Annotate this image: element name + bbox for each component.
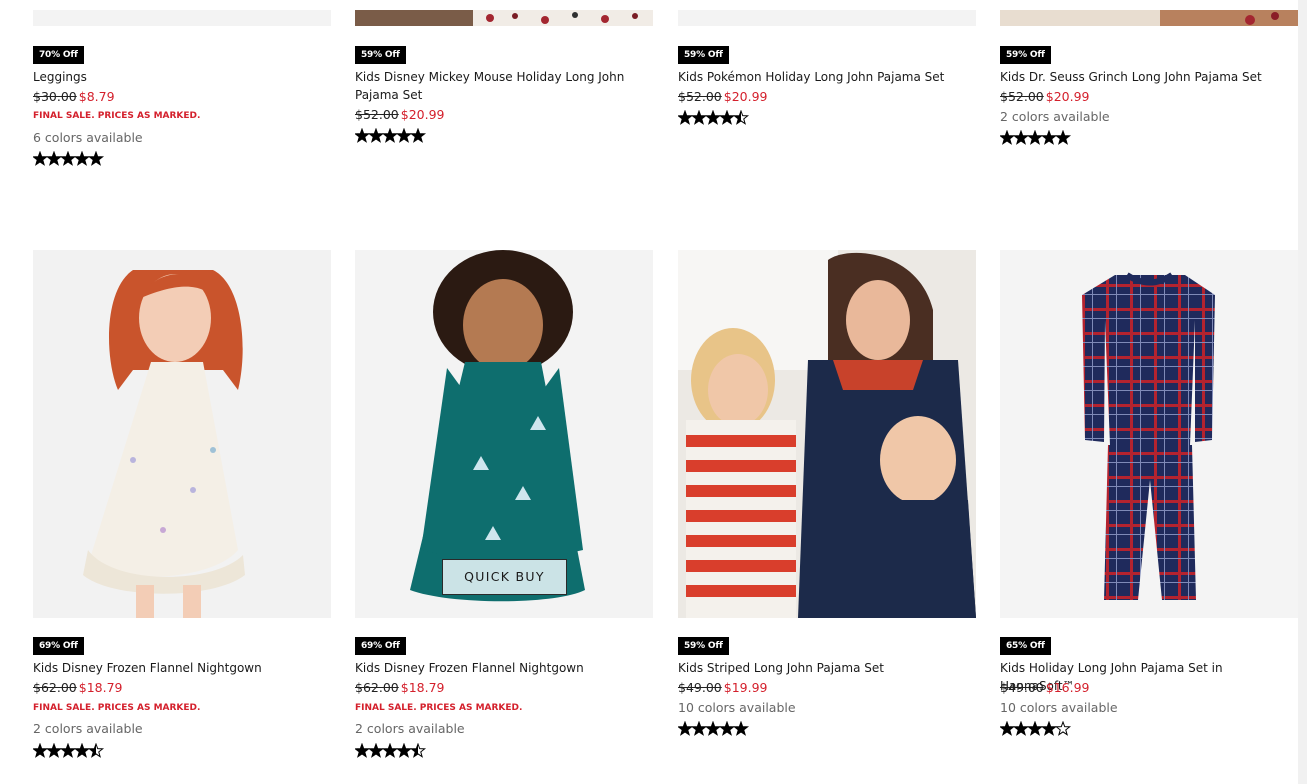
original-price: $49.00 [678, 680, 722, 695]
discount-badge: 59% Off [678, 637, 729, 655]
star-icon [395, 743, 413, 758]
star-icon [381, 743, 399, 758]
star-icon [367, 743, 385, 758]
product-name[interactable]: Kids Disney Frozen Flannel Nightgown [355, 659, 653, 677]
product-grid: 70% Off Leggings $30.00 $8.79 FINAL SALE.… [0, 0, 1307, 784]
product-card[interactable]: 65% Off Kids Holiday Long John Pajama Se… [1000, 0, 1298, 784]
product-image[interactable] [678, 250, 976, 618]
star-icon [1000, 721, 1016, 736]
discount-badge: 69% Off [33, 637, 84, 655]
product-card[interactable]: 59% Off Kids Striped Long John Pajama Se… [678, 0, 976, 784]
star-icon [33, 743, 49, 758]
star-rating [355, 743, 427, 758]
star-icon [355, 743, 371, 758]
colors-available: 10 colors available [678, 700, 796, 715]
colors-available: 2 colors available [33, 721, 143, 736]
star-icon [409, 743, 427, 758]
product-price: $49.00 $19.99 [678, 680, 768, 696]
sale-price: $18.79 [400, 680, 445, 695]
final-sale-notice: FINAL SALE. PRICES AS MARKED. [355, 703, 523, 713]
star-icon [45, 743, 63, 758]
product-image[interactable] [33, 250, 331, 618]
star-rating [678, 721, 750, 736]
star-icon [1026, 721, 1044, 736]
star-icon [718, 721, 736, 736]
product-card[interactable]: 69% Off Kids Disney Frozen Flannel Night… [355, 0, 653, 784]
product-price: $62.00 $18.79 [33, 680, 123, 696]
quick-buy-button[interactable]: QUICK BUY [442, 559, 567, 595]
colors-available: 10 colors available [1000, 700, 1118, 715]
product-name[interactable]: Kids Disney Frozen Flannel Nightgown [33, 659, 331, 677]
star-icon [732, 721, 750, 736]
colors-available: 2 colors available [355, 721, 465, 736]
original-price: $62.00 [355, 680, 399, 695]
product-price: $62.00 $18.79 [355, 680, 445, 696]
star-icon [73, 743, 91, 758]
star-icon [59, 743, 77, 758]
product-name[interactable]: Kids Striped Long John Pajama Set [678, 659, 976, 677]
star-icon [1054, 721, 1072, 736]
product-image[interactable] [1000, 250, 1298, 618]
sale-price: $18.79 [78, 680, 123, 695]
sale-price: $19.99 [723, 680, 768, 695]
original-price: $62.00 [33, 680, 77, 695]
star-rating [1000, 721, 1072, 736]
star-icon [690, 721, 708, 736]
star-icon [1040, 721, 1058, 736]
discount-badge: 65% Off [1000, 637, 1051, 655]
scrollbar[interactable] [1298, 0, 1307, 784]
star-rating [33, 743, 105, 758]
discount-badge: 69% Off [355, 637, 406, 655]
star-icon [1012, 721, 1030, 736]
star-icon [87, 743, 105, 758]
sale-price: $16.99 [1045, 680, 1090, 695]
product-price: $49.00 $16.99 [1000, 680, 1090, 696]
product-card[interactable]: 69% Off Kids Disney Frozen Flannel Night… [33, 0, 331, 784]
original-price: $49.00 [1000, 680, 1044, 695]
star-icon [704, 721, 722, 736]
star-icon [678, 721, 694, 736]
final-sale-notice: FINAL SALE. PRICES AS MARKED. [33, 703, 201, 713]
